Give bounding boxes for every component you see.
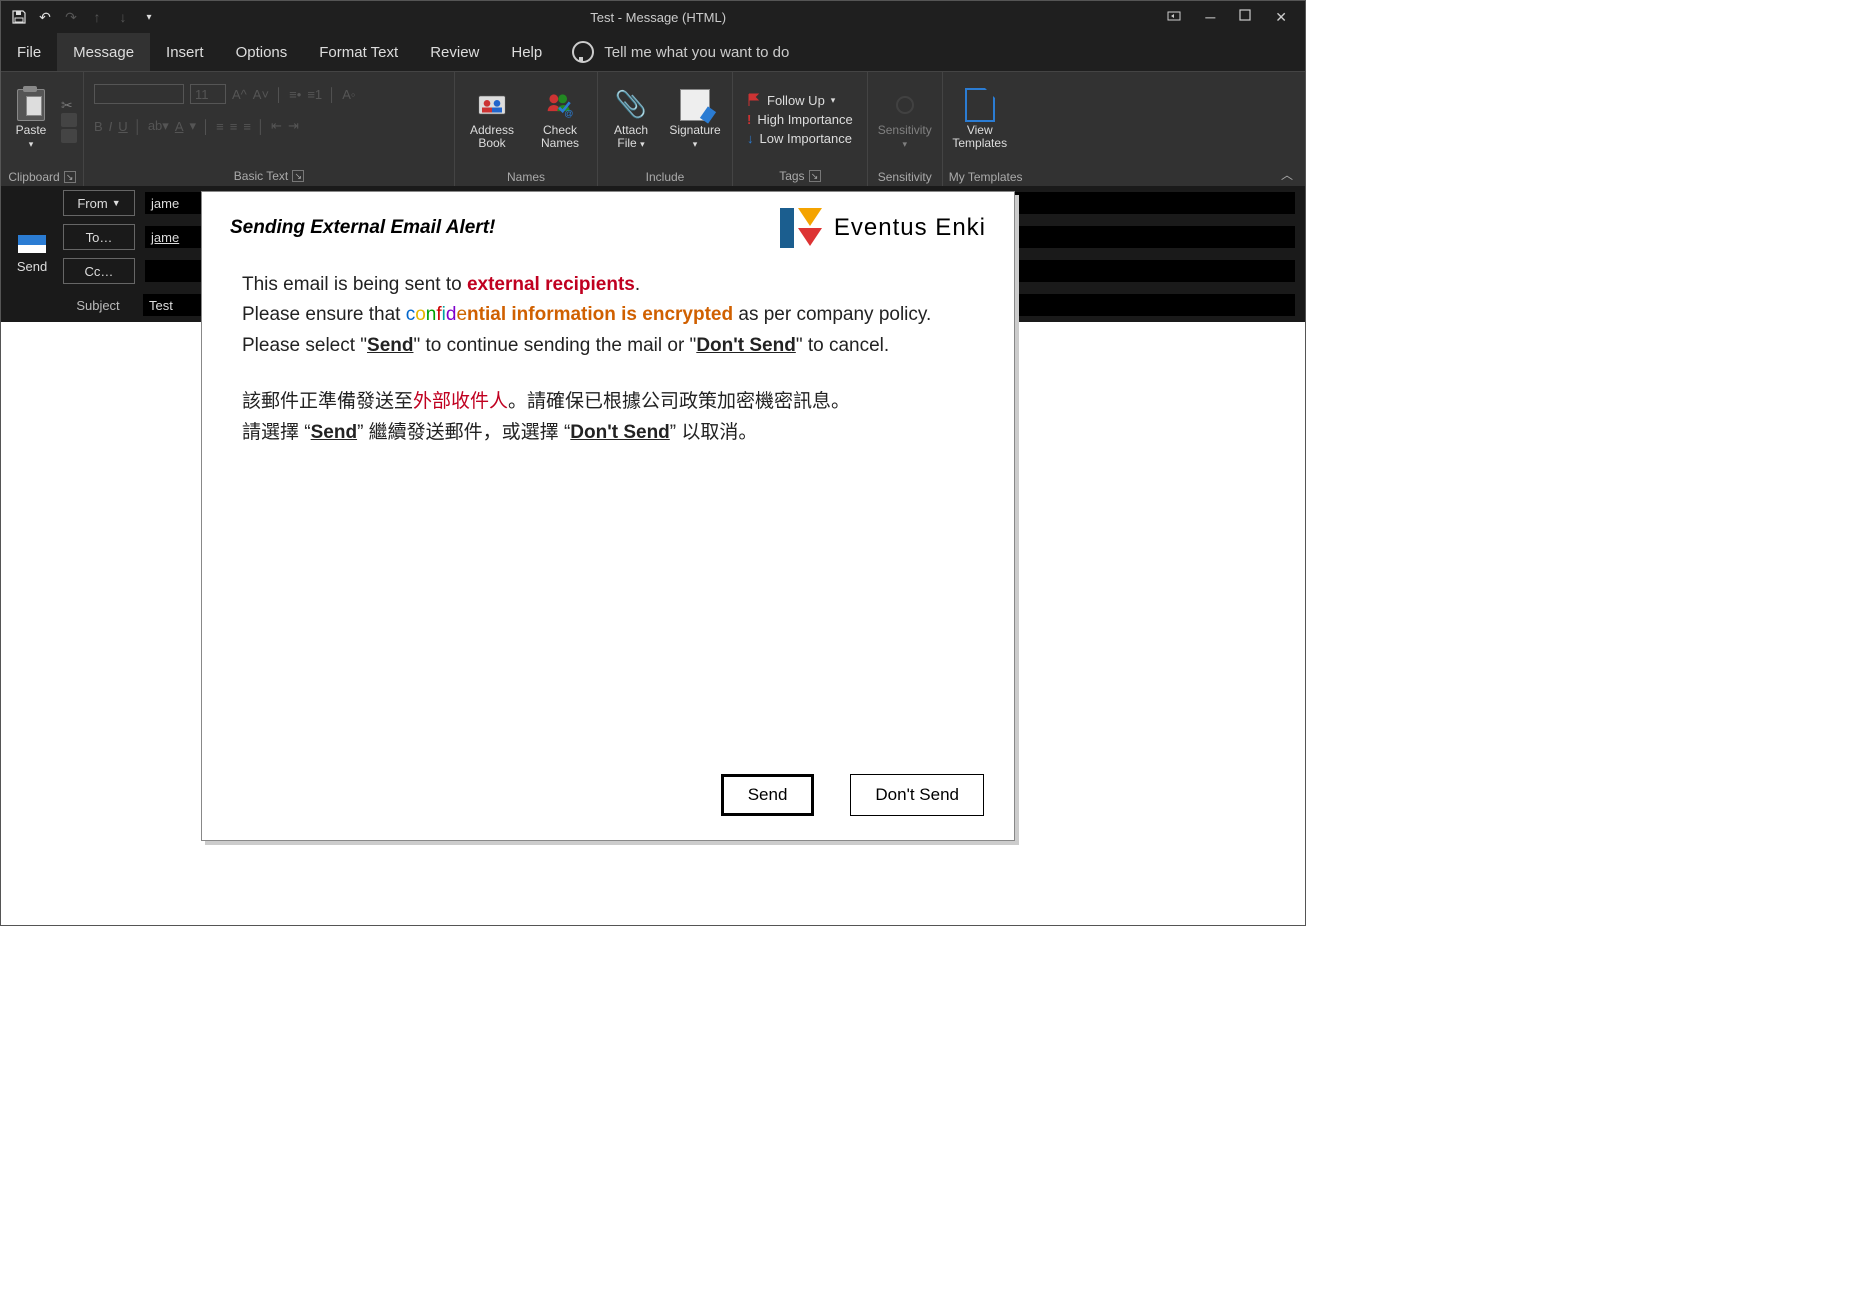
tab-insert[interactable]: Insert [150,33,220,71]
outlook-compose-window: ↶ ↷ ↑ ↓ ▾ Test - Message (HTML) ─ ✕ File… [0,0,1306,926]
template-icon [965,88,995,122]
my-templates-group-label: My Templates [943,168,1029,186]
signature-button[interactable]: Signature▾ [664,76,726,164]
send-label: Send [17,259,47,274]
lightbulb-icon [572,41,594,63]
cut-icon[interactable]: ✂ [61,97,77,111]
down-arrow-icon: ↓ [115,9,131,25]
tab-format-text[interactable]: Format Text [303,33,414,71]
maximize-icon[interactable] [1239,9,1251,26]
tell-me-label: Tell me what you want to do [604,44,789,61]
sensitivity-icon [896,96,914,114]
close-icon[interactable]: ✕ [1275,9,1287,26]
tab-help[interactable]: Help [495,33,558,71]
check-names-button[interactable]: @ Check Names [529,76,591,164]
paperclip-icon: 📎 [616,90,646,120]
low-importance-button[interactable]: ↓ Low Importance [747,131,853,146]
copy-icon[interactable] [61,113,77,127]
group-sensitivity: Sensitivity▾ Sensitivity [868,72,943,186]
attach-file-button[interactable]: 📎 Attach File ▾ [604,76,658,164]
dialog-line-2: Please ensure that confidential informat… [242,300,974,330]
basic-text-group-label: Basic Text [234,169,288,183]
tags-launcher-icon[interactable]: ↘ [809,170,821,182]
group-include: 📎 Attach File ▾ Signature▾ Include [598,72,733,186]
group-basic-text: 11 A^A˅│ ≡•≡1│A◦ BIU│ ab▾A▾│ ≡≡≡│ ⇤⇥ Bas… [84,72,455,186]
qat-customize-icon[interactable]: ▾ [141,9,157,25]
window-title: Test - Message (HTML) [167,10,1149,25]
tab-file[interactable]: File [1,33,57,71]
tab-review[interactable]: Review [414,33,495,71]
view-templates-button[interactable]: View Templates [949,76,1011,164]
send-button[interactable]: Send [1,186,63,322]
undo-icon[interactable]: ↶ [37,9,53,25]
ribbon-tabs: File Message Insert Options Format Text … [1,33,1305,71]
dialog-line-zh2: 請選擇 “Send” 繼續發送郵件，或選擇 “Don't Send” 以取消。 [242,418,974,448]
subject-label: Subject [63,298,133,313]
from-button[interactable]: From ▼ [63,190,135,216]
tab-message[interactable]: Message [57,33,150,71]
ribbon: Paste▾ ✂ Clipboard ↘ 11 A^A˅│ ≡•≡1│A◦ [1,71,1305,186]
window-buttons: ─ ✕ [1149,9,1305,26]
group-clipboard: Paste▾ ✂ Clipboard ↘ [1,72,84,186]
tags-group-label: Tags [779,169,804,183]
save-icon[interactable] [11,9,27,25]
format-row: BIU│ ab▾A▾│ ≡≡≡│ ⇤⇥ [94,112,299,140]
minimize-icon[interactable]: ─ [1205,9,1215,26]
title-bar: ↶ ↷ ↑ ↓ ▾ Test - Message (HTML) ─ ✕ [1,1,1305,33]
sensitivity-group-label: Sensitivity [868,168,942,186]
tell-me-search[interactable]: Tell me what you want to do [558,33,789,71]
address-book-icon [477,90,507,120]
include-group-label: Include [598,168,732,186]
follow-up-button[interactable]: Follow Up ▾ [747,93,853,108]
clipboard-group-label: Clipboard [8,170,59,184]
clipboard-mini-buttons: ✂ [61,97,77,143]
paste-icon [17,89,45,121]
dialog-line-1: This email is being sent to external rec… [242,270,974,300]
check-names-icon: @ [545,90,575,120]
dialog-body: This email is being sent to external rec… [202,256,1014,462]
up-arrow-icon: ↑ [89,9,105,25]
names-group-label: Names [455,168,597,186]
brand-logo-icon [780,208,828,248]
dialog-brand: Eventus Enki [780,208,986,248]
clipboard-launcher-icon[interactable]: ↘ [64,171,76,183]
redo-icon: ↷ [63,9,79,25]
svg-text:@: @ [564,108,573,118]
send-envelope-icon [18,235,46,253]
address-book-button[interactable]: Address Book [461,76,523,164]
quick-access-toolbar: ↶ ↷ ↑ ↓ ▾ [1,9,167,25]
cc-button[interactable]: Cc… [63,258,135,284]
ribbon-display-icon[interactable] [1167,9,1181,26]
basic-text-launcher-icon[interactable]: ↘ [292,170,304,182]
to-button[interactable]: To… [63,224,135,250]
format-painter-icon[interactable] [61,129,77,143]
tab-options[interactable]: Options [220,33,304,71]
dialog-line-3: Please select "Send" to continue sending… [242,331,974,361]
exclamation-icon: ! [747,112,751,127]
group-names: Address Book @ Check Names Names [455,72,598,186]
collapse-ribbon-icon[interactable]: ︿ [1281,166,1293,183]
dialog-buttons: Send Don't Send [202,756,1014,840]
dialog-line-zh1: 該郵件正準備發送至外部收件人。請確保已根據公司政策加密機密訊息。 [242,387,974,417]
signature-icon [680,89,710,121]
external-email-alert-dialog: Sending External Email Alert! Eventus En… [201,191,1015,841]
down-arrow-blue-icon: ↓ [747,131,754,146]
sensitivity-button[interactable]: Sensitivity▾ [874,76,936,164]
brand-name: Eventus Enki [834,214,986,242]
dialog-send-button[interactable]: Send [721,774,815,816]
dialog-title: Sending External Email Alert! [230,217,495,239]
dialog-dont-send-button[interactable]: Don't Send [850,774,984,816]
flag-icon [747,93,761,107]
group-my-templates: View Templates My Templates [943,72,1029,186]
group-tags: Follow Up ▾ ! High Importance ↓ Low Impo… [733,72,868,186]
paste-button[interactable]: Paste▾ [7,76,55,164]
high-importance-button[interactable]: ! High Importance [747,112,853,127]
font-row: 11 A^A˅│ ≡•≡1│A◦ [94,80,356,108]
